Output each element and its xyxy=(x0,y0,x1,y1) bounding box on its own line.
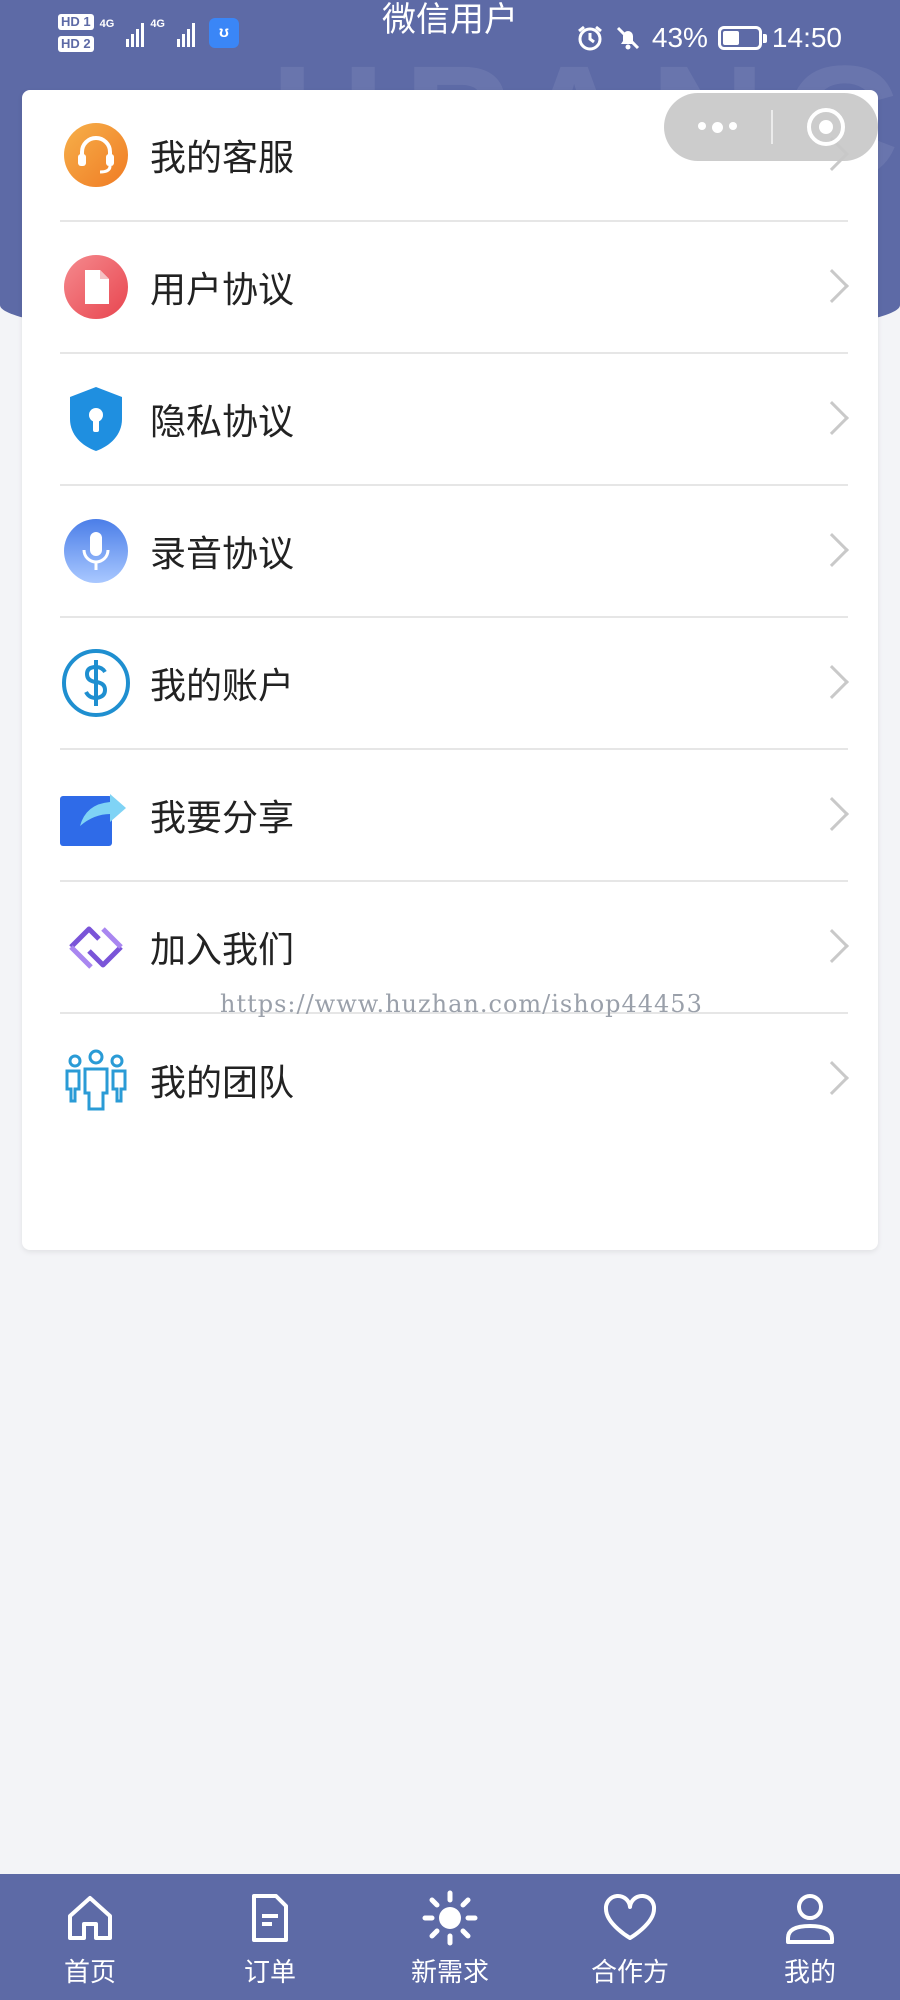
handshake-icon xyxy=(60,911,132,983)
menu-item-label: 录音协议 xyxy=(150,534,295,575)
tab-label: 合作方 xyxy=(590,1958,669,1988)
dollar-icon xyxy=(60,647,132,719)
team-icon xyxy=(60,1044,132,1116)
tab-label: 新需求 xyxy=(410,1958,489,1988)
shield-lock-icon xyxy=(60,383,132,455)
more-button[interactable] xyxy=(664,121,771,133)
bottom-tab-bar: 首页 订单 新需求 合作方 我的 xyxy=(0,1874,900,2000)
menu-item-share[interactable]: 我要分享 xyxy=(60,750,848,882)
tab-new-demand[interactable]: 新需求 xyxy=(360,1874,540,2000)
url-watermark: https://www.huzhan.com/ishop44453 xyxy=(220,990,703,1018)
document-icon xyxy=(60,251,132,323)
sun-icon xyxy=(422,1890,478,1946)
menu-item-label: 用户协议 xyxy=(150,270,295,311)
close-miniprogram-button[interactable] xyxy=(773,108,878,146)
headset-icon xyxy=(60,119,132,191)
menu-item-label: 我要分享 xyxy=(150,798,295,839)
tab-mine[interactable]: 我的 xyxy=(720,1874,900,2000)
heart-icon xyxy=(602,1890,658,1946)
clock-time: 14:50 xyxy=(771,22,842,53)
menu-item-label: 我的客服 xyxy=(150,138,295,179)
status-right: 43% 14:50 xyxy=(576,22,842,54)
mute-bell-icon xyxy=(616,26,639,50)
tab-orders[interactable]: 订单 xyxy=(180,1874,360,2000)
menu-item-label: 加入我们 xyxy=(150,930,295,971)
battery-icon xyxy=(717,26,767,50)
menu-item-label: 我的团队 xyxy=(150,1063,295,1104)
microphone-icon xyxy=(60,515,132,587)
menu-item-label: 我的账户 xyxy=(150,666,295,707)
order-icon xyxy=(242,1890,298,1946)
user-icon xyxy=(782,1890,838,1946)
target-icon xyxy=(806,108,845,146)
status-bar: HD 1 HD 2 4G 4G ʊ 微信用户 43% 14:50 xyxy=(0,0,900,80)
tab-home[interactable]: 首页 xyxy=(0,1874,180,2000)
battery-percent: 43% xyxy=(651,22,708,53)
menu-item-my-account[interactable]: 我的账户 xyxy=(60,618,848,750)
menu-item-user-agreement[interactable]: 用户协议 xyxy=(60,222,848,354)
menu-item-privacy-agreement[interactable]: 隐私协议 xyxy=(60,354,848,486)
tab-label: 首页 xyxy=(63,1958,116,1988)
menu-card: 我的客服 用户协议 隐私协议 录音协议 我的账户 我要分享 加入我们 我的团队 xyxy=(22,90,878,1250)
share-icon xyxy=(60,779,132,851)
menu-item-recording-agreement[interactable]: 录音协议 xyxy=(60,486,848,618)
alarm-icon xyxy=(577,25,602,51)
battery-fill xyxy=(722,31,740,45)
menu-item-my-team[interactable]: 我的团队 xyxy=(60,1014,848,1146)
tab-label: 订单 xyxy=(243,1958,296,1988)
home-icon xyxy=(62,1890,118,1946)
tab-partners[interactable]: 合作方 xyxy=(540,1874,720,2000)
menu-item-label: 隐私协议 xyxy=(150,402,295,443)
miniprogram-capsule xyxy=(664,93,878,161)
tab-label: 我的 xyxy=(783,1958,836,1988)
